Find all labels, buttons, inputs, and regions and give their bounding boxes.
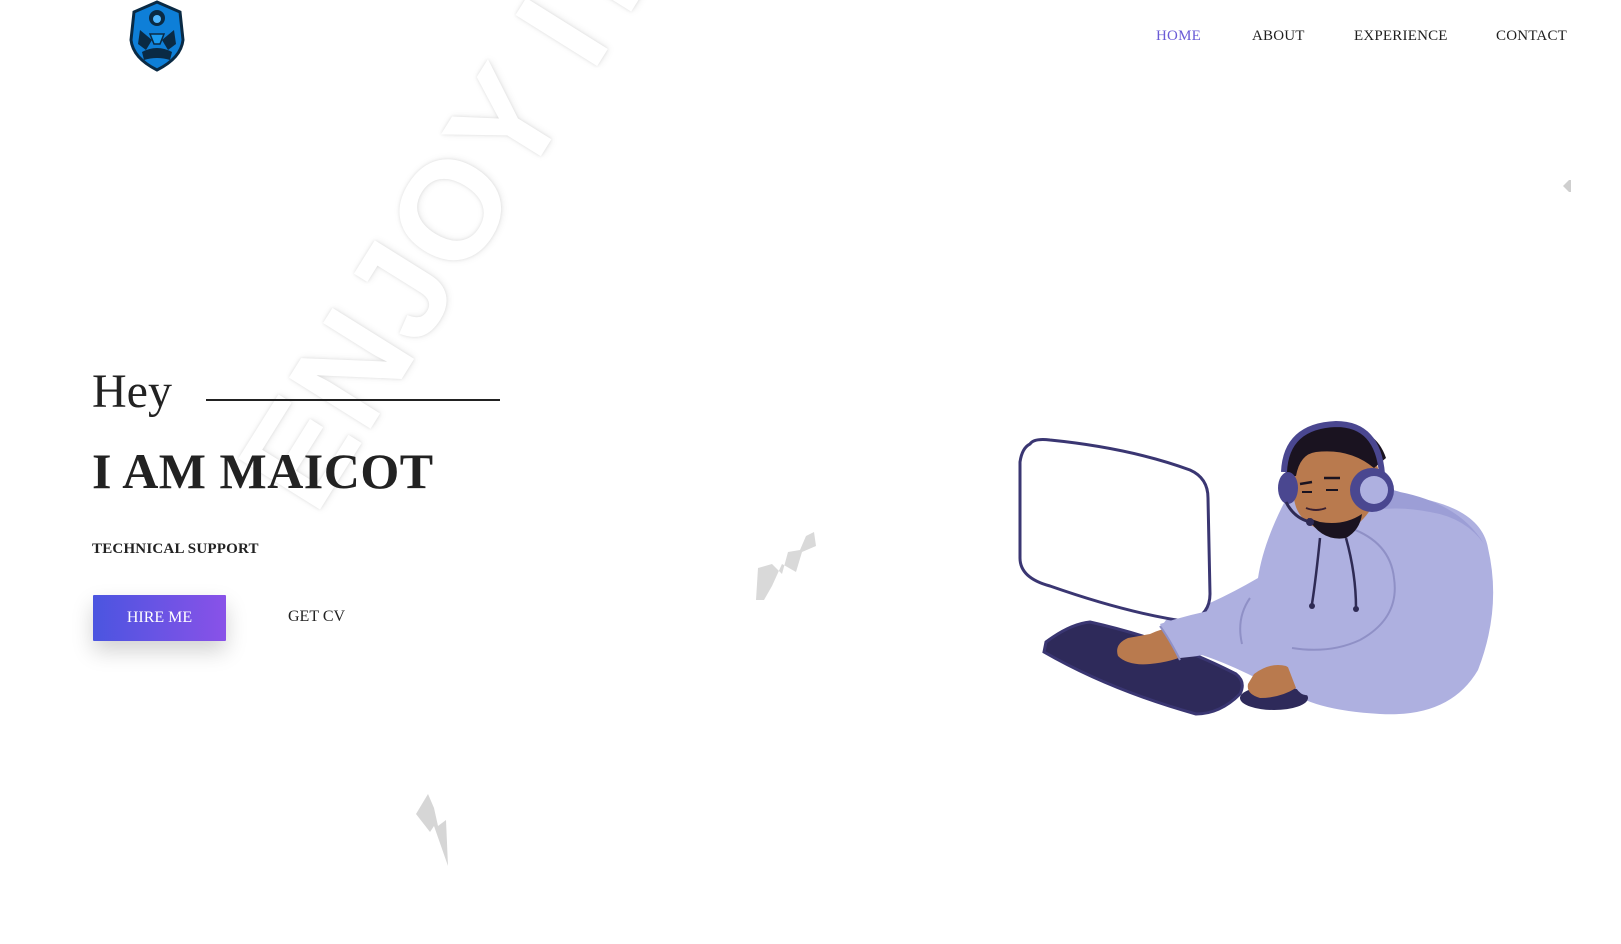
hero-title: I AM MAICOT [92,443,434,499]
lightning-bolt-icon [756,532,816,600]
nav-about-link[interactable]: ABOUT [1252,28,1305,45]
hero-greeting: Hey [92,365,172,418]
hire-me-button[interactable]: HIRE ME [93,595,226,641]
main-nav: HOME ABOUT EXPERIENCE CONTACT [0,28,1621,48]
nav-experience-link[interactable]: EXPERIENCE [1354,28,1448,45]
hero-subtitle: TECHNICAL SUPPORT [92,541,259,557]
get-cv-button[interactable]: GET CV [288,608,345,626]
partial-shape-icon [1563,180,1571,192]
nav-contact-link[interactable]: CONTACT [1496,28,1567,45]
lightning-bolt-icon [416,794,448,866]
person-at-computer-illustration [1018,420,1494,716]
greeting-divider-line [206,399,500,401]
nav-home-link[interactable]: HOME [1156,28,1201,45]
